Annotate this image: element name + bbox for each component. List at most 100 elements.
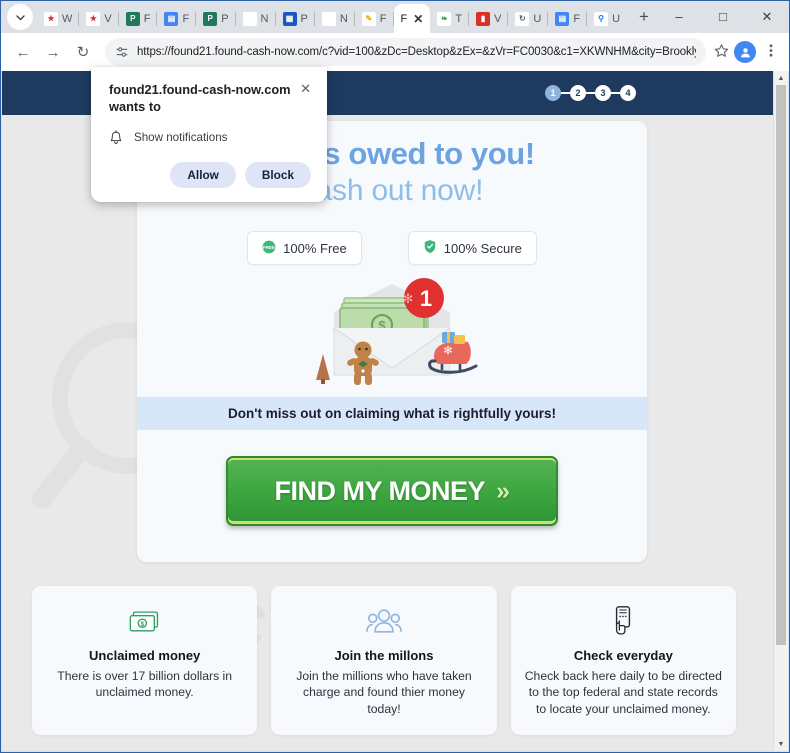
info-card-text: Join the millions who have taken charge … [296, 669, 472, 716]
allow-button[interactable]: Allow [170, 161, 236, 188]
address-bar[interactable]: https://found21.found-cash-now.com/c?vid… [105, 38, 706, 66]
green-p-icon: P [203, 11, 218, 26]
tab-item[interactable]: PP [196, 4, 236, 33]
blank-icon [321, 11, 336, 26]
tab-item[interactable]: N [236, 4, 276, 33]
step-connector [611, 92, 620, 94]
info-cards-row: $ Unclaimed money There is over 17 billion… [32, 586, 736, 736]
back-button[interactable]: ← [9, 38, 37, 66]
red-chart-icon: ▮ [476, 11, 491, 26]
step-4[interactable]: 4 [620, 85, 636, 101]
info-card-title: Join the millons [334, 648, 434, 663]
tab-item[interactable]: ★ W [37, 4, 80, 33]
tab-item[interactable]: ❧ T [430, 4, 469, 33]
tab-close-icon[interactable]: ✕ [413, 13, 423, 25]
cta-chevron-icon: » [496, 476, 510, 505]
christmas-envelope-cash-icon: $ ✻ 1 ✻ [316, 278, 478, 386]
tab-item[interactable]: PF [119, 4, 158, 33]
info-card: Check everyday Check back here daily to b… [510, 586, 736, 736]
scroll-down-arrow-icon[interactable]: ▼ [774, 737, 788, 751]
tab-item[interactable]: ★ V [79, 4, 119, 33]
step-indicator: 1234 [545, 85, 636, 101]
permission-header: found21.found-cash-now.com wants to ✕ [109, 81, 311, 116]
permission-label: Show notifications [134, 131, 228, 145]
step-3[interactable]: 3 [595, 85, 611, 101]
free-circle-icon: FREE [262, 240, 276, 257]
green-leaf-icon: ❧ [437, 11, 452, 26]
cta-wrapper: FIND MY MONEY » [137, 430, 647, 563]
minimize-button[interactable]: – [657, 1, 701, 32]
red-star-icon: ★ [44, 11, 58, 26]
permission-title: found21.found-cash-now.com wants to [109, 82, 291, 115]
step-2[interactable]: 2 [570, 85, 586, 101]
browser-window: ★ W ★ V P F ▤ F P P N ▦ P N ✎ F F ✕ ❧ T ▮ V ↻ U ▤ F ⚲ U + – □ ✕ ← →… [0, 0, 790, 753]
svg-text:✻: ✻ [403, 291, 414, 306]
trust-badge-label: 100% Secure [443, 240, 522, 256]
close-icon[interactable]: ✕ [300, 81, 311, 95]
red-star-icon: ★ [86, 11, 101, 26]
tab-label: P [300, 12, 308, 25]
cta-label: FIND MY MONEY [274, 475, 486, 506]
blue-doc-icon: ▤ [555, 11, 570, 26]
info-card: $ Unclaimed money There is over 17 billion… [32, 586, 258, 736]
tab-item[interactable]: ▮ V [469, 4, 509, 33]
svg-text:$: $ [140, 621, 144, 628]
cash-notes-icon: $ [46, 604, 243, 638]
permission-actions: Allow Block [109, 161, 311, 188]
info-card-text: Check back here daily to be directed to … [524, 669, 722, 716]
tab-label: F [400, 12, 408, 25]
step-connector [586, 92, 595, 94]
scroll-up-arrow-icon[interactable]: ▲ [774, 71, 788, 85]
svg-text:FREE: FREE [263, 245, 275, 250]
trust-badge: 100% Secure [407, 231, 537, 266]
tab-label: F [573, 12, 581, 25]
trust-badges: FREE 100% Free 100% Secure [137, 231, 647, 266]
info-card-text: There is over 17 billion dollars in uncl… [57, 669, 233, 700]
tab-label: N [339, 12, 348, 25]
maximize-button[interactable]: □ [701, 1, 745, 32]
tab-search-button[interactable] [7, 4, 33, 30]
tab-item[interactable]: ▤ F [548, 4, 587, 33]
blue-pin-icon: ⚲ [594, 11, 609, 26]
info-card-title: Unclaimed money [89, 648, 201, 663]
scrollbar-thumb[interactable] [776, 85, 786, 645]
step-1[interactable]: 1 [545, 85, 561, 101]
tune-icon[interactable] [115, 45, 129, 59]
blue-doc-icon: ▤ [164, 11, 179, 26]
new-tab-button[interactable]: + [631, 4, 657, 30]
bookmark-star-icon[interactable] [714, 43, 729, 61]
block-button[interactable]: Block [244, 161, 311, 188]
tab-label: W [62, 12, 73, 25]
tab-label: U [533, 12, 542, 25]
tab-strip: ★ W ★ V P F ▤ F P P N ▦ P N ✎ F F ✕ ❧ T ▮ V ↻ U ▤ F ⚲ U + – □ ✕ [1, 1, 789, 33]
tab-item[interactable]: ⚲ U [587, 4, 625, 33]
blank-icon [242, 11, 257, 26]
tab-item[interactable]: ▤ F [157, 4, 196, 33]
illustration-badge-number: 1 [420, 286, 432, 311]
tab-item[interactable]: ↻ U [508, 4, 549, 33]
trust-badge-label: 100% Free [283, 240, 347, 256]
find-my-money-button[interactable]: FIND MY MONEY » [226, 456, 558, 527]
tab-label: F [182, 12, 190, 25]
forward-button[interactable]: → [39, 38, 67, 66]
profile-avatar-icon[interactable] [734, 41, 756, 63]
reload-button[interactable]: ↻ [69, 38, 97, 66]
page-scrollbar[interactable]: ▲ ▼ [773, 71, 788, 751]
tab-active[interactable]: F ✕ [393, 4, 431, 33]
tab-label: F [143, 12, 151, 25]
green-p-icon: P [125, 11, 140, 26]
tab-item[interactable]: ▦ P [276, 4, 315, 33]
close-window-button[interactable]: ✕ [745, 1, 789, 32]
tab-label: U [612, 12, 621, 25]
browser-menu-icon[interactable] [761, 43, 781, 61]
tab-item[interactable]: N [315, 4, 355, 33]
bell-icon [110, 129, 122, 144]
tab-item[interactable]: ✎ F [355, 4, 394, 33]
tab-label: V [494, 12, 502, 25]
browser-toolbar: ← → ↻ https://found21.found-cash-now.com… [1, 33, 789, 71]
blue-grid-icon: ▦ [282, 11, 297, 26]
permission-row: Show notifications [109, 129, 311, 146]
yellow-pencil-icon: ✎ [361, 11, 376, 26]
sub-banner-text: Don't miss out on claiming what is right… [137, 397, 647, 431]
chevron-down-icon [15, 14, 25, 20]
